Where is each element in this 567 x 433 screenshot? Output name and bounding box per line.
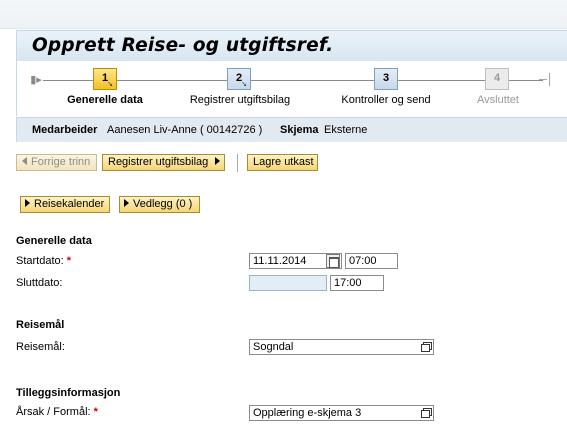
value-help-icon[interactable] [420,407,432,419]
employee-value: Aanesen Liv-Anne ( 00142726 ) [107,124,263,136]
roadmap: ▮▸ ─│ 1 ↘ Generelle data 2 ↘ Registrer u… [16,61,567,116]
save-draft-button[interactable]: Lagre utkast [247,154,318,171]
title-bar: Opprett Reise- og utgiftsref. [16,30,567,61]
start-date-label: Startdato: * [16,255,71,267]
roadmap-step-3-label[interactable]: Kontroller og send [335,94,437,106]
value-help-icon[interactable] [420,341,432,353]
attachments-button[interactable]: Vedlegg (0 ) [119,196,200,213]
reason-input[interactable]: Opplæring e-skjema 3 [249,405,434,421]
roadmap-start-icon: ▮▸ [30,74,42,86]
expand-arrows-icon: ↘ [107,81,113,88]
roadmap-end-icon: ─│ [539,74,554,86]
required-marker: * [93,406,98,418]
general-section-title: Generelle data [16,235,92,247]
toolbar-separator [237,154,238,172]
previous-step-button: Forrige trinn [16,154,97,171]
start-time-input[interactable]: 07:00 [345,253,398,269]
roadmap-step-3-number: 3 [382,72,390,84]
roadmap-step-2-label[interactable]: Registrer utgiftsbilag [185,94,295,106]
reason-label: Årsak / Formål: * [16,406,98,418]
destination-input[interactable]: Sogndal [249,339,434,355]
roadmap-line [43,80,543,81]
end-date-input [249,275,327,291]
arrow-left-icon [22,157,27,166]
roadmap-step-3[interactable]: 3 [374,68,398,90]
arrow-right-icon [215,157,221,166]
page-title: Opprett Reise- og utgiftsref. [32,35,334,56]
top-band [0,0,567,29]
roadmap-step-4-number: 4 [493,72,501,84]
schema-value: Eksterne [324,124,368,136]
next-step-button[interactable]: Registrer utgiftsbilag [102,154,225,171]
end-date-label: Sluttdato: [16,277,63,289]
arrow-right-icon [124,199,129,208]
roadmap-step-2[interactable]: 2 ↘ [227,68,251,90]
roadmap-step-4-label: Avsluttet [477,94,519,106]
arrow-right-icon [25,199,30,208]
end-time-input[interactable]: 17:00 [330,275,384,291]
additional-section-title: Tilleggsinformasjon [16,387,121,399]
roadmap-step-4: 4 [485,68,509,90]
start-date-input[interactable]: 11.11.2014 [249,253,342,269]
travel-calendar-button[interactable]: Reisekalender [20,196,110,213]
destination-section-title: Reisemål [16,319,65,331]
roadmap-step-1[interactable]: 1 ↘ [93,68,117,90]
employee-info-bar: Medarbeider Aanesen Liv-Anne ( 00142726 … [16,117,567,142]
required-marker: * [66,255,71,267]
expand-arrows-icon: ↘ [241,81,247,88]
roadmap-step-1-label[interactable]: Generelle data [64,94,146,106]
employee-label: Medarbeider [32,124,98,136]
schema-label: Skjema [280,124,319,136]
destination-label: Reisemål: [16,341,65,353]
calendar-icon[interactable] [326,254,340,268]
